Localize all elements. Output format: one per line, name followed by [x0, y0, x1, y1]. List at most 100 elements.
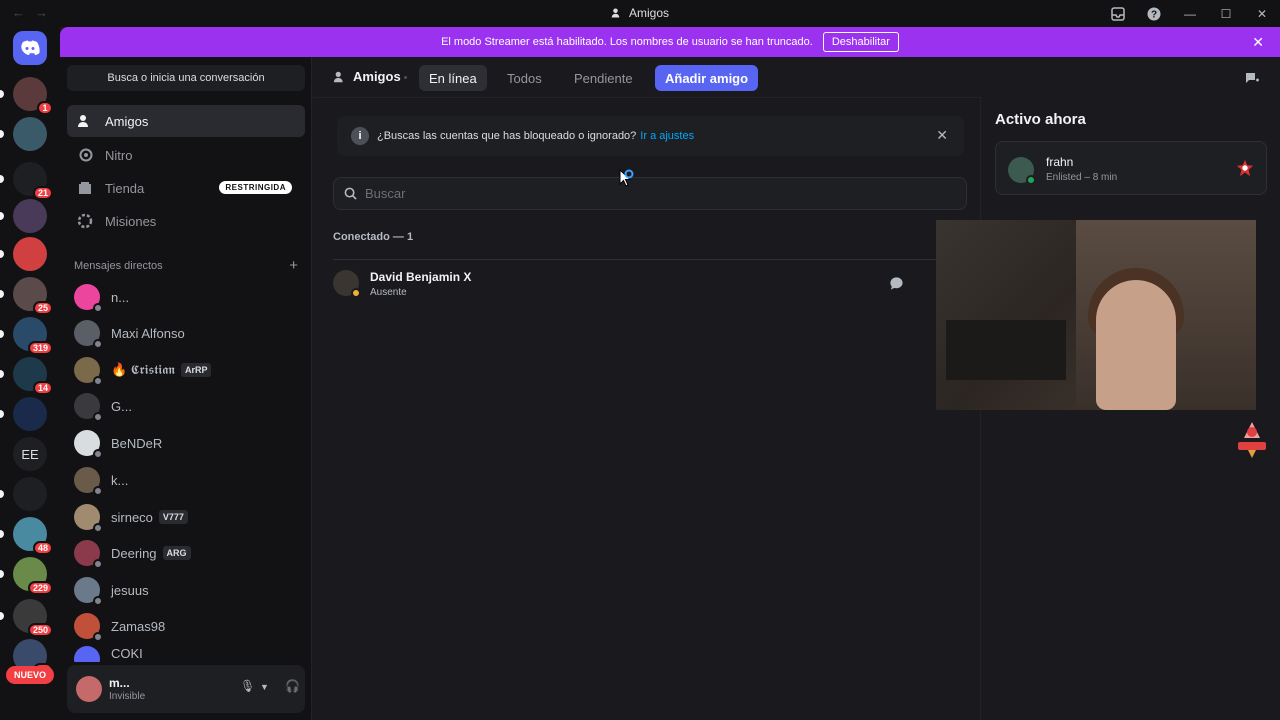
go-to-settings-link[interactable]: Ir a ajustes [640, 130, 694, 142]
avatar [74, 430, 103, 459]
friends-toolbar: Amigos En línea Todos Pendiente Añadir a… [313, 57, 1280, 98]
dm-item[interactable]: Deering ARG [67, 536, 305, 570]
page-title-text: Amigos [353, 69, 401, 84]
title-bar: ← → Amigos ? — ☐ ✕ [0, 0, 1280, 27]
shop-icon [77, 180, 93, 196]
discord-logo-icon [21, 40, 40, 55]
server-icon[interactable]: 48 [0, 517, 53, 555]
friend-name: David Benjamin X [370, 270, 472, 284]
chevron-down-icon[interactable]: ▼ [260, 682, 269, 692]
message-icon[interactable] [889, 276, 904, 296]
activity-game: Enlisted – 8 min [1046, 172, 1118, 183]
close-window-button[interactable]: ✕ [1244, 0, 1280, 27]
streamer-mode-banner: El modo Streamer está habilitado. Los no… [60, 27, 1280, 57]
unread-pill [0, 250, 4, 258]
dm-item[interactable]: jesuus [67, 573, 305, 607]
user-name: m... [109, 676, 130, 690]
server-icon[interactable] [0, 237, 47, 271]
nav-item-quests[interactable]: Misiones [67, 205, 305, 237]
home-button[interactable] [13, 31, 47, 65]
dm-item[interactable]: n... [67, 280, 305, 314]
server-icon[interactable]: 21 [0, 162, 53, 200]
unread-pill [0, 290, 4, 298]
maximize-button[interactable]: ☐ [1208, 0, 1244, 27]
server-icon[interactable] [0, 199, 47, 233]
dm-name: Zamas98 [111, 618, 166, 634]
server-icon[interactable]: 229 [0, 557, 53, 595]
user-avatar[interactable] [76, 676, 102, 702]
close-icon[interactable]: ✕ [1252, 34, 1264, 51]
nav-item-friends[interactable]: Amigos [67, 105, 305, 137]
direct-messages-header: Mensajes directos + [74, 257, 298, 274]
dm-item[interactable]: Zamas98 [67, 609, 305, 643]
unread-pill [0, 410, 4, 418]
unread-pill [0, 490, 4, 498]
user-panel: m... Invisible 🎙 ▼ 🎧 [67, 665, 305, 713]
user-status: Invisible [109, 691, 146, 702]
avatar [74, 393, 103, 422]
friends-main: Amigos En línea Todos Pendiente Añadir a… [313, 57, 1280, 720]
dm-item[interactable]: Maxi Alfonso [67, 316, 305, 350]
mouse-cursor-icon [619, 168, 634, 187]
dm-item[interactable]: 🔥 𝕮𝖗𝖎𝖘𝖙𝖎𝖆𝖓 ArRP [67, 353, 305, 387]
svg-text:?: ? [1151, 9, 1157, 20]
add-friend-button[interactable]: Añadir amigo [655, 65, 759, 91]
server-icon[interactable] [0, 477, 47, 511]
status-dot [93, 632, 103, 642]
tab-online[interactable]: En línea [419, 65, 487, 91]
avatar [74, 504, 103, 533]
avatar [74, 320, 103, 349]
dm-item[interactable]: k... [67, 463, 305, 497]
new-group-dm-icon[interactable] [1244, 70, 1260, 91]
server-icon[interactable]: 319 [0, 317, 53, 355]
nav-item-nitro[interactable]: Nitro [67, 139, 305, 171]
server-icon[interactable]: 250 [0, 599, 53, 637]
dm-item[interactable]: sirneco V777 [67, 500, 305, 534]
dm-header-label: Mensajes directos [74, 260, 163, 272]
nav-label: Amigos [105, 113, 149, 129]
status-dot [93, 339, 103, 349]
find-conversation-button[interactable]: Busca o inicia una conversación [67, 65, 305, 91]
headphones-icon[interactable]: 🎧 [285, 679, 300, 693]
server-icon[interactable] [0, 117, 47, 151]
minimize-button[interactable]: — [1172, 0, 1208, 27]
disable-streamer-button[interactable]: Deshabilitar [822, 32, 899, 52]
tab-all[interactable]: Todos [497, 65, 552, 91]
create-dm-icon[interactable]: + [289, 257, 298, 274]
mention-badge: 48 [32, 541, 53, 555]
activity-card[interactable]: frahn Enlisted – 8 min [995, 141, 1267, 195]
unread-pill [0, 330, 4, 338]
status-dot [93, 303, 103, 313]
search-input[interactable] [365, 186, 925, 201]
avatar [74, 646, 100, 662]
nav-item-shop[interactable]: Tienda RESTRINGIDA [67, 172, 305, 204]
status-dot [93, 486, 103, 496]
window-controls: ? — ☐ ✕ [1100, 0, 1280, 27]
avatar [74, 284, 103, 313]
tab-pending[interactable]: Pendiente [564, 65, 643, 91]
new-badge: NUEVO [6, 666, 54, 684]
server-tag: ARG [162, 546, 191, 560]
server-icon-ee[interactable]: EE [13, 437, 47, 471]
server-tag: ArRP [180, 363, 212, 377]
server-icon[interactable]: 14 [0, 357, 53, 395]
status-dot [93, 596, 103, 606]
microphone-icon[interactable]: 🎙 [240, 679, 255, 693]
server-icon[interactable] [0, 397, 47, 431]
server-icon[interactable]: 1 [0, 77, 53, 115]
mention-badge: 1 [37, 101, 53, 115]
online-status-dot [1026, 175, 1036, 185]
friend-row[interactable]: David Benjamin X Ausente ⋮ [333, 259, 967, 309]
help-icon[interactable]: ? [1136, 0, 1172, 27]
dm-item[interactable]: G... [67, 389, 305, 423]
dm-item[interactable]: BeNDeR [67, 426, 305, 460]
avatar [74, 577, 103, 606]
activity-user: frahn [1046, 155, 1074, 169]
dm-name: jesuus [111, 582, 149, 598]
server-icon[interactable]: 25 [0, 277, 53, 315]
inbox-icon[interactable] [1100, 0, 1136, 27]
dm-item[interactable]: COKI [67, 646, 305, 662]
close-icon[interactable]: ✕ [936, 127, 948, 144]
mention-badge: 229 [27, 581, 53, 595]
avatar [333, 270, 361, 298]
